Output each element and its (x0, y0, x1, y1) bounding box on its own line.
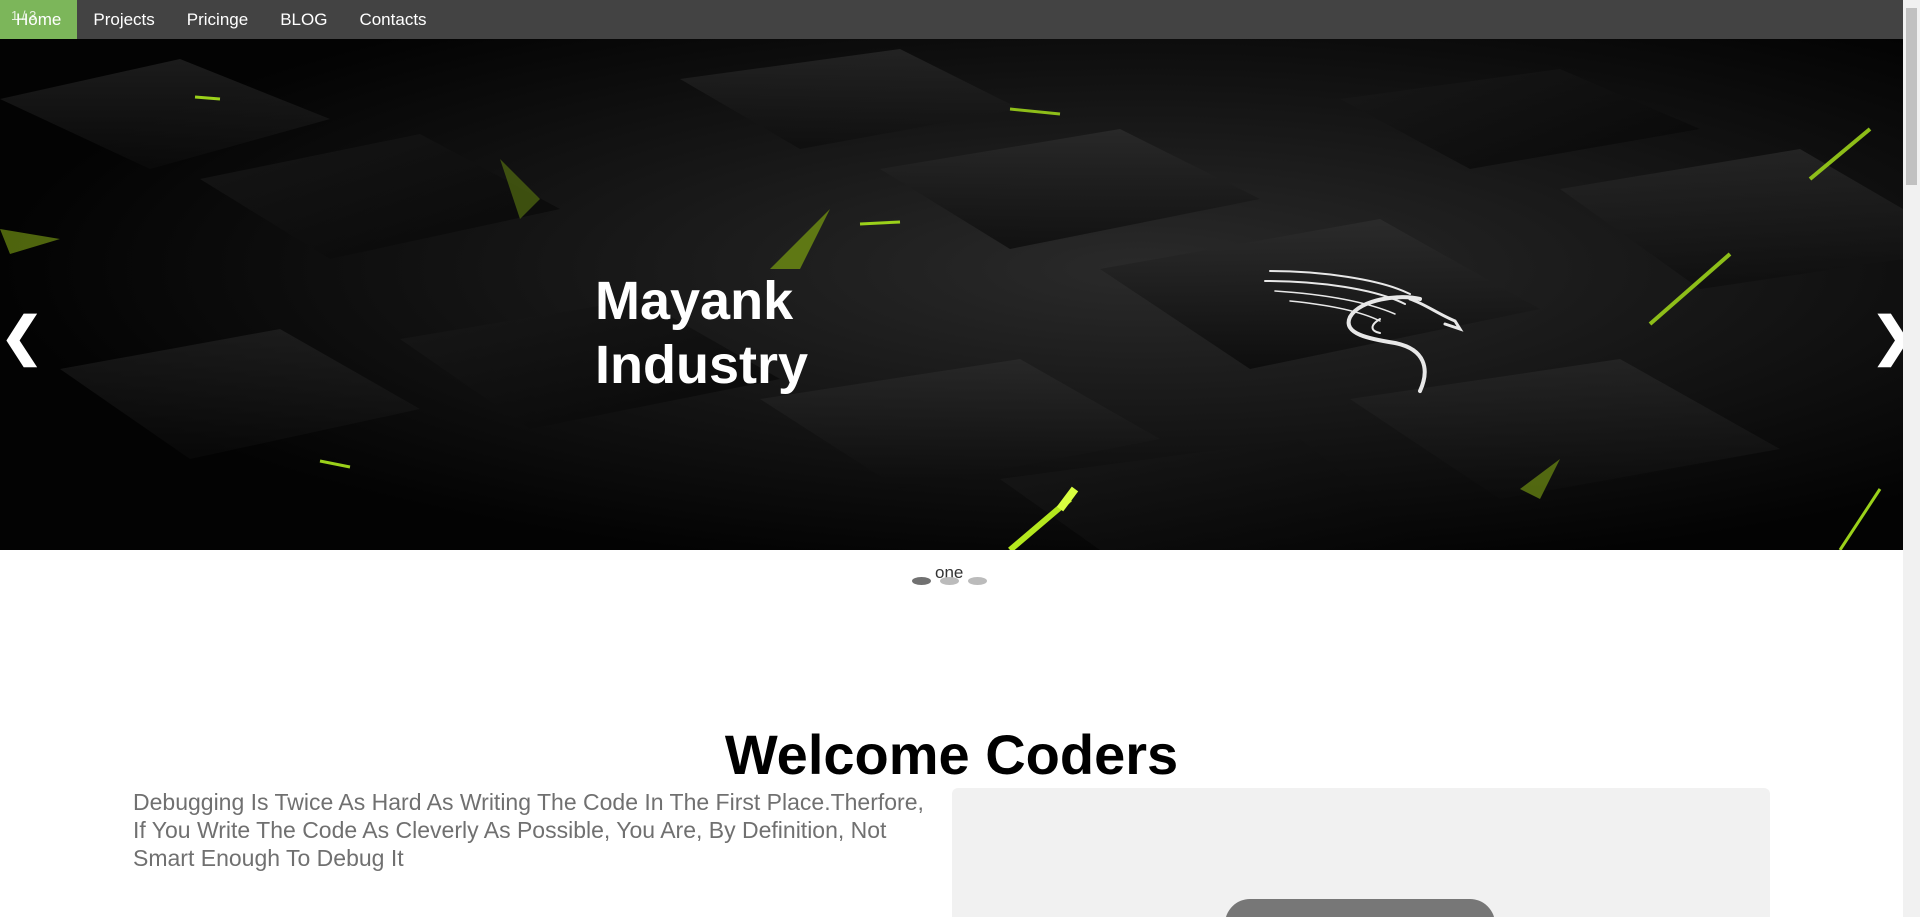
page: 1 / 3 Home Projects Pricinge BLOG Contac… (0, 0, 1920, 917)
welcome-heading: Welcome Coders (724, 723, 1179, 786)
panel-button[interactable] (1225, 899, 1495, 917)
nav-projects[interactable]: Projects (77, 0, 170, 39)
hero-background-image (0, 39, 1903, 550)
slider-dot-3[interactable] (968, 577, 987, 585)
welcome-quote: Debugging Is Twice As Hard As Writing Th… (133, 789, 924, 871)
page-scrollbar[interactable] (1903, 0, 1920, 917)
scrollbar-thumb[interactable] (1906, 8, 1917, 185)
hero-title-line1: Mayank (595, 271, 794, 331)
content-panel (952, 788, 1770, 917)
hero-title: Mayank Industry (595, 269, 915, 397)
nav-contacts[interactable]: Contacts (343, 0, 442, 39)
nav-pricing-label: Pricinge (186, 9, 249, 29)
top-navbar: 1 / 3 Home Projects Pricinge BLOG Contac… (0, 0, 1903, 39)
kali-dragon-icon (1264, 270, 1464, 393)
hero-title-line2: Industry (595, 335, 809, 395)
slider-prev-arrow[interactable]: ❮ (0, 307, 44, 367)
nav-projects-label: Projects (93, 9, 155, 29)
nav-blog[interactable]: BLOG (264, 0, 343, 39)
slide-counter: 1 / 3 (11, 8, 37, 23)
nav-home[interactable]: 1 / 3 Home (0, 0, 78, 39)
slider-dot-2[interactable] (940, 577, 959, 585)
nav-contacts-label: Contacts (359, 9, 427, 29)
slider-dots (912, 577, 987, 585)
slider-dot-1[interactable] (912, 577, 931, 585)
nav-blog-label: BLOG (280, 9, 328, 29)
hero-slide: Mayank Industry ❮ ❯ (0, 39, 1903, 550)
slider-next-arrow[interactable]: ❯ (1871, 307, 1903, 367)
nav-pricing[interactable]: Pricinge (171, 0, 264, 39)
